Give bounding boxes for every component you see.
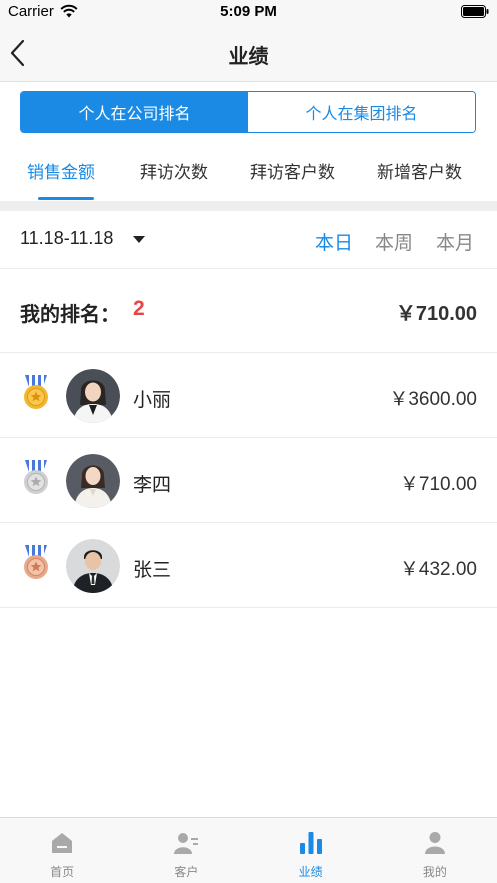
profile-icon [424,832,445,854]
bronze-medal-icon [24,545,48,579]
period-today[interactable]: 本日 [315,228,353,255]
tab-performance-label: 业绩 [298,865,323,879]
bottom-tab-bar: 首页 客户 业绩 我的 [0,817,497,883]
tab-visited-customers[interactable]: 拜访客户数 [250,158,335,183]
customer-icon [174,833,199,854]
dropdown-caret-icon[interactable] [133,236,145,244]
section-divider [0,201,497,211]
ranking-row[interactable]: 张三 ￥432.00 [0,523,497,608]
home-icon [52,833,73,853]
metric-tabs: 销售金额 拜访次数 拜访客户数 新增客户数 [0,150,497,200]
my-rank-label: 我的排名： [20,302,120,326]
ranking-amount: ￥3600.00 [389,389,477,410]
navigation-bar: 业绩 [0,24,497,82]
segment-group-ranking[interactable]: 个人在集团排名 [248,92,475,132]
ranking-row[interactable]: 小丽 ￥3600.00 [0,353,497,438]
performance-chart-icon [299,832,322,854]
gold-medal-icon [24,375,48,409]
tab-sales-amount[interactable]: 销售金额 [27,158,95,183]
period-this-month[interactable]: 本月 [436,228,474,255]
my-rank-row: 我的排名： 2 ￥710.00 [0,269,497,353]
my-rank-value: 2 [133,297,145,320]
avatar [66,454,120,508]
ranking-amount: ￥432.00 [399,559,477,580]
my-rank-amount: ￥710.00 [395,303,477,325]
tab-home[interactable]: 首页 [0,818,124,883]
tab-visit-count[interactable]: 拜访次数 [140,158,208,183]
tab-customers-label: 客户 [174,865,199,879]
period-this-week[interactable]: 本周 [375,228,413,255]
tab-profile[interactable]: 我的 [373,818,497,883]
ranking-row[interactable]: 李四 ￥710.00 [0,438,497,523]
status-time: 5:09 PM [220,3,277,20]
active-tab-indicator [38,197,94,200]
ranking-name: 小丽 [133,389,172,411]
battery-icon [461,5,489,18]
ranking-name: 张三 [133,559,172,581]
tab-performance[interactable]: 业绩 [249,818,373,883]
tab-new-customers[interactable]: 新增客户数 [377,158,462,183]
date-range-selector[interactable]: 11.18-11.18 [20,228,113,249]
tab-profile-label: 我的 [422,865,447,879]
segment-company-ranking[interactable]: 个人在公司排名 [21,92,248,132]
page-title: 业绩 [228,44,269,68]
ranking-name: 李四 [133,474,172,496]
ranking-amount: ￥710.00 [399,474,477,495]
avatar [66,539,120,593]
ranking-scope-segment: 个人在公司排名 个人在集团排名 [20,91,476,133]
date-filter-row: 11.18-11.18 本日 本周 本月 [0,211,497,269]
status-bar: Carrier 5:09 PM [0,0,497,24]
silver-medal-icon [24,460,48,494]
avatar [66,369,120,423]
tab-home-label: 首页 [50,865,75,879]
tab-customers[interactable]: 客户 [124,818,248,883]
